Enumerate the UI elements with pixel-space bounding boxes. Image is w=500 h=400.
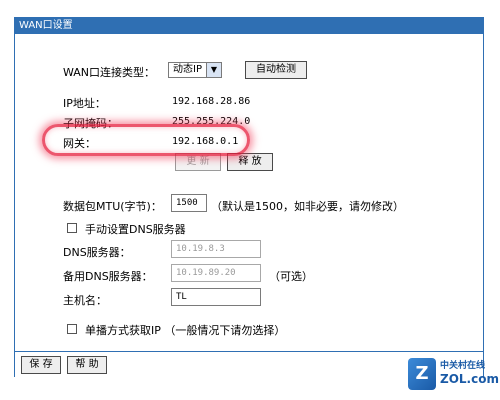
hostname-label: 主机名： [63, 294, 107, 307]
unicast-checkbox[interactable] [67, 324, 77, 334]
mtu-label: 数据包MTU(字节)： [63, 200, 162, 213]
connection-type-value: 动态IP [173, 64, 202, 75]
hostname-input[interactable]: TL [171, 288, 261, 306]
unicast-label: 单播方式获取IP （一般情况下请勿选择） [85, 324, 286, 337]
connection-type-label: WAN口连接类型： [63, 66, 156, 79]
mtu-hint: （默认是1500，如非必要，请勿修改） [211, 200, 404, 213]
optional-hint: （可选） [269, 270, 313, 283]
ip-address-value: 192.168.28.86 [172, 96, 251, 107]
mtu-input[interactable]: 1500 [171, 194, 207, 212]
renew-button[interactable]: 更 新 [175, 153, 221, 171]
watermark-cn: 中关村在线 [440, 361, 486, 371]
chevron-down-icon[interactable]: ▼ [206, 63, 221, 77]
gateway-value: 192.168.0.1 [172, 136, 239, 147]
panel-title: WAN口设置 [15, 18, 483, 34]
secondary-dns-label: 备用DNS服务器： [63, 270, 153, 283]
gateway-label: 网关： [63, 137, 96, 150]
primary-dns-input[interactable]: 10.19.8.3 [171, 240, 261, 258]
save-button[interactable]: 保 存 [21, 356, 61, 374]
connection-type-select[interactable]: 动态IP ▼ [168, 62, 222, 78]
subnet-mask-label: 子网掩码： [63, 117, 118, 130]
release-button[interactable]: 释 放 [227, 153, 273, 171]
manual-dns-checkbox[interactable] [67, 223, 77, 233]
manual-dns-label: 手动设置DNS服务器 [85, 223, 186, 236]
zol-logo-icon: Z [408, 358, 436, 390]
auto-detect-button[interactable]: 自动检测 [245, 61, 307, 79]
secondary-dns-input[interactable]: 10.19.89.20 [171, 264, 261, 282]
help-button[interactable]: 帮 助 [67, 356, 107, 374]
watermark-en: ZOL.com.cn [440, 372, 500, 386]
primary-dns-label: DNS服务器： [63, 246, 131, 259]
zol-watermark: Z 中关村在线 ZOL.com.cn [408, 356, 500, 394]
ip-address-label: IP地址： [63, 97, 106, 110]
wan-settings-panel: WAN口设置 WAN口连接类型： 动态IP ▼ 自动检测 IP地址： 192.1… [14, 17, 484, 378]
subnet-mask-value: 255.255.224.0 [172, 116, 251, 127]
